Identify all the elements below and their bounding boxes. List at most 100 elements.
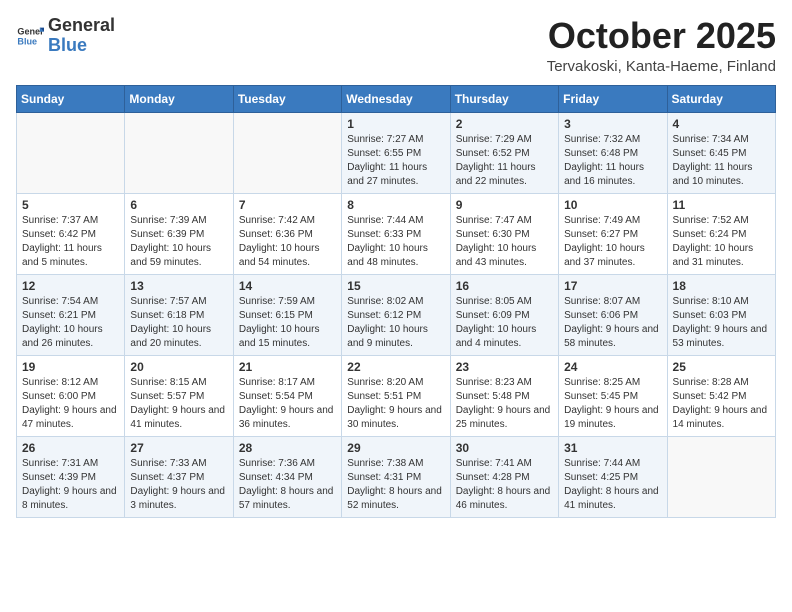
cell-info: Sunrise: 7:31 AMSunset: 4:39 PMDaylight:… (22, 457, 119, 513)
calendar-cell: 31 Sunrise: 7:44 AMSunset: 4:25 PMDayligh… (559, 436, 667, 517)
cell-info: Sunrise: 7:27 AMSunset: 6:55 PMDaylight:… (347, 133, 444, 189)
col-header-sunday: Sunday (17, 85, 125, 112)
col-header-tuesday: Tuesday (233, 85, 341, 112)
day-number: 6 (130, 198, 227, 212)
day-number: 28 (239, 441, 336, 455)
col-header-thursday: Thursday (450, 85, 558, 112)
cell-info: Sunrise: 7:54 AMSunset: 6:21 PMDaylight:… (22, 295, 119, 351)
cell-info: Sunrise: 7:44 AMSunset: 6:33 PMDaylight:… (347, 214, 444, 270)
cell-info: Sunrise: 8:28 AMSunset: 5:42 PMDaylight:… (673, 376, 770, 432)
day-number: 23 (456, 360, 553, 374)
cell-info: Sunrise: 7:34 AMSunset: 6:45 PMDaylight:… (673, 133, 770, 189)
logo: General Blue General Blue (16, 16, 115, 56)
col-header-friday: Friday (559, 85, 667, 112)
month-title: October 2025 (547, 16, 776, 56)
logo-icon: General Blue (16, 22, 44, 50)
location-subtitle: Tervakoski, Kanta-Haeme, Finland (547, 58, 776, 75)
cell-info: Sunrise: 8:05 AMSunset: 6:09 PMDaylight:… (456, 295, 553, 351)
calendar-cell: 27Sunrise: 7:33 AMSunset: 4:37 PMDayligh… (125, 436, 233, 517)
cell-info: Sunrise: 7:47 AMSunset: 6:30 PMDaylight:… (456, 214, 553, 270)
calendar-cell: 25 Sunrise: 8:28 AMSunset: 5:42 PMDayligh… (667, 355, 775, 436)
title-block: October 2025 Tervakoski, Kanta-Haeme, Fi… (547, 16, 776, 75)
calendar-cell: 20Sunrise: 8:15 AMSunset: 5:57 PMDayligh… (125, 355, 233, 436)
cell-info: Sunrise: 7:52 AMSunset: 6:24 PMDaylight:… (673, 214, 770, 270)
calendar-cell: 9 Sunrise: 7:47 AMSunset: 6:30 PMDaylight… (450, 193, 558, 274)
calendar-cell: 18Sunrise: 8:10 AMSunset: 6:03 PMDayligh… (667, 274, 775, 355)
day-number: 20 (130, 360, 227, 374)
day-number: 15 (347, 279, 444, 293)
week-row-2: 5 Sunrise: 7:37 AMSunset: 6:42 PMDaylight… (17, 193, 776, 274)
cell-info: Sunrise: 7:29 AMSunset: 6:52 PMDaylight:… (456, 133, 553, 189)
cell-info: Sunrise: 8:20 AMSunset: 5:51 PMDaylight:… (347, 376, 444, 432)
cell-info: Sunrise: 7:59 AMSunset: 6:15 PMDaylight:… (239, 295, 336, 351)
calendar-cell: 16 Sunrise: 8:05 AMSunset: 6:09 PMDayligh… (450, 274, 558, 355)
calendar-cell: 30 Sunrise: 7:41 AMSunset: 4:28 PMDayligh… (450, 436, 558, 517)
calendar-cell: 1 Sunrise: 7:27 AMSunset: 6:55 PMDaylight… (342, 112, 450, 193)
day-number: 8 (347, 198, 444, 212)
day-number: 22 (347, 360, 444, 374)
col-header-saturday: Saturday (667, 85, 775, 112)
day-number: 9 (456, 198, 553, 212)
calendar-cell (233, 112, 341, 193)
day-number: 24 (564, 360, 661, 374)
calendar-cell: 13Sunrise: 7:57 AMSunset: 6:18 PMDayligh… (125, 274, 233, 355)
calendar-cell: 14 Sunrise: 7:59 AMSunset: 6:15 PMDayligh… (233, 274, 341, 355)
day-number: 11 (673, 198, 770, 212)
day-number: 30 (456, 441, 553, 455)
day-number: 27 (130, 441, 227, 455)
calendar-cell: 12Sunrise: 7:54 AMSunset: 6:21 PMDayligh… (17, 274, 125, 355)
cell-info: Sunrise: 8:12 AMSunset: 6:00 PMDaylight:… (22, 376, 119, 432)
calendar-table: SundayMondayTuesdayWednesdayThursdayFrid… (16, 85, 776, 518)
calendar-cell: 11 Sunrise: 7:52 AMSunset: 6:24 PMDayligh… (667, 193, 775, 274)
cell-info: Sunrise: 7:44 AMSunset: 4:25 PMDaylight:… (564, 457, 661, 513)
day-number: 7 (239, 198, 336, 212)
cell-info: Sunrise: 8:17 AMSunset: 5:54 PMDaylight:… (239, 376, 336, 432)
logo-blue-text: Blue (48, 36, 115, 56)
calendar-cell: 23 Sunrise: 8:23 AMSunset: 5:48 PMDayligh… (450, 355, 558, 436)
calendar-cell: 4 Sunrise: 7:34 AMSunset: 6:45 PMDaylight… (667, 112, 775, 193)
week-row-5: 26 Sunrise: 7:31 AMSunset: 4:39 PMDayligh… (17, 436, 776, 517)
cell-info: Sunrise: 7:38 AMSunset: 4:31 PMDaylight:… (347, 457, 444, 513)
calendar-cell: 2Sunrise: 7:29 AMSunset: 6:52 PMDaylight… (450, 112, 558, 193)
day-number: 1 (347, 117, 444, 131)
calendar-cell: 10Sunrise: 7:49 AMSunset: 6:27 PMDayligh… (559, 193, 667, 274)
cell-info: Sunrise: 7:39 AMSunset: 6:39 PMDaylight:… (130, 214, 227, 270)
day-number: 25 (673, 360, 770, 374)
day-number: 3 (564, 117, 661, 131)
calendar-cell (667, 436, 775, 517)
week-row-4: 19Sunrise: 8:12 AMSunset: 6:00 PMDayligh… (17, 355, 776, 436)
calendar-cell: 5 Sunrise: 7:37 AMSunset: 6:42 PMDaylight… (17, 193, 125, 274)
calendar-cell: 19Sunrise: 8:12 AMSunset: 6:00 PMDayligh… (17, 355, 125, 436)
week-row-3: 12Sunrise: 7:54 AMSunset: 6:21 PMDayligh… (17, 274, 776, 355)
cell-info: Sunrise: 7:49 AMSunset: 6:27 PMDaylight:… (564, 214, 661, 270)
cell-info: Sunrise: 8:23 AMSunset: 5:48 PMDaylight:… (456, 376, 553, 432)
day-number: 21 (239, 360, 336, 374)
day-number: 4 (673, 117, 770, 131)
calendar-cell: 21 Sunrise: 8:17 AMSunset: 5:54 PMDayligh… (233, 355, 341, 436)
calendar-cell: 24Sunrise: 8:25 AMSunset: 5:45 PMDayligh… (559, 355, 667, 436)
cell-info: Sunrise: 7:36 AMSunset: 4:34 PMDaylight:… (239, 457, 336, 513)
calendar-cell: 7Sunrise: 7:42 AMSunset: 6:36 PMDaylight… (233, 193, 341, 274)
calendar-cell: 8 Sunrise: 7:44 AMSunset: 6:33 PMDaylight… (342, 193, 450, 274)
day-number: 16 (456, 279, 553, 293)
page-header: General Blue General Blue October 2025 T… (16, 16, 776, 75)
calendar-cell: 3 Sunrise: 7:32 AMSunset: 6:48 PMDaylight… (559, 112, 667, 193)
calendar-cell: 17Sunrise: 8:07 AMSunset: 6:06 PMDayligh… (559, 274, 667, 355)
calendar-cell: 29Sunrise: 7:38 AMSunset: 4:31 PMDayligh… (342, 436, 450, 517)
cell-info: Sunrise: 7:57 AMSunset: 6:18 PMDaylight:… (130, 295, 227, 351)
logo-general-text: General (48, 16, 115, 36)
cell-info: Sunrise: 7:41 AMSunset: 4:28 PMDaylight:… (456, 457, 553, 513)
calendar-cell: 6 Sunrise: 7:39 AMSunset: 6:39 PMDaylight… (125, 193, 233, 274)
day-number: 31 (564, 441, 661, 455)
cell-info: Sunrise: 7:37 AMSunset: 6:42 PMDaylight:… (22, 214, 119, 270)
day-number: 17 (564, 279, 661, 293)
cell-info: Sunrise: 8:10 AMSunset: 6:03 PMDaylight:… (673, 295, 770, 351)
cell-info: Sunrise: 7:32 AMSunset: 6:48 PMDaylight:… (564, 133, 661, 189)
calendar-cell (125, 112, 233, 193)
day-number: 5 (22, 198, 119, 212)
calendar-cell: 26 Sunrise: 7:31 AMSunset: 4:39 PMDayligh… (17, 436, 125, 517)
calendar-cell: 28 Sunrise: 7:36 AMSunset: 4:34 PMDayligh… (233, 436, 341, 517)
day-number: 26 (22, 441, 119, 455)
svg-text:Blue: Blue (17, 36, 37, 46)
day-number: 14 (239, 279, 336, 293)
